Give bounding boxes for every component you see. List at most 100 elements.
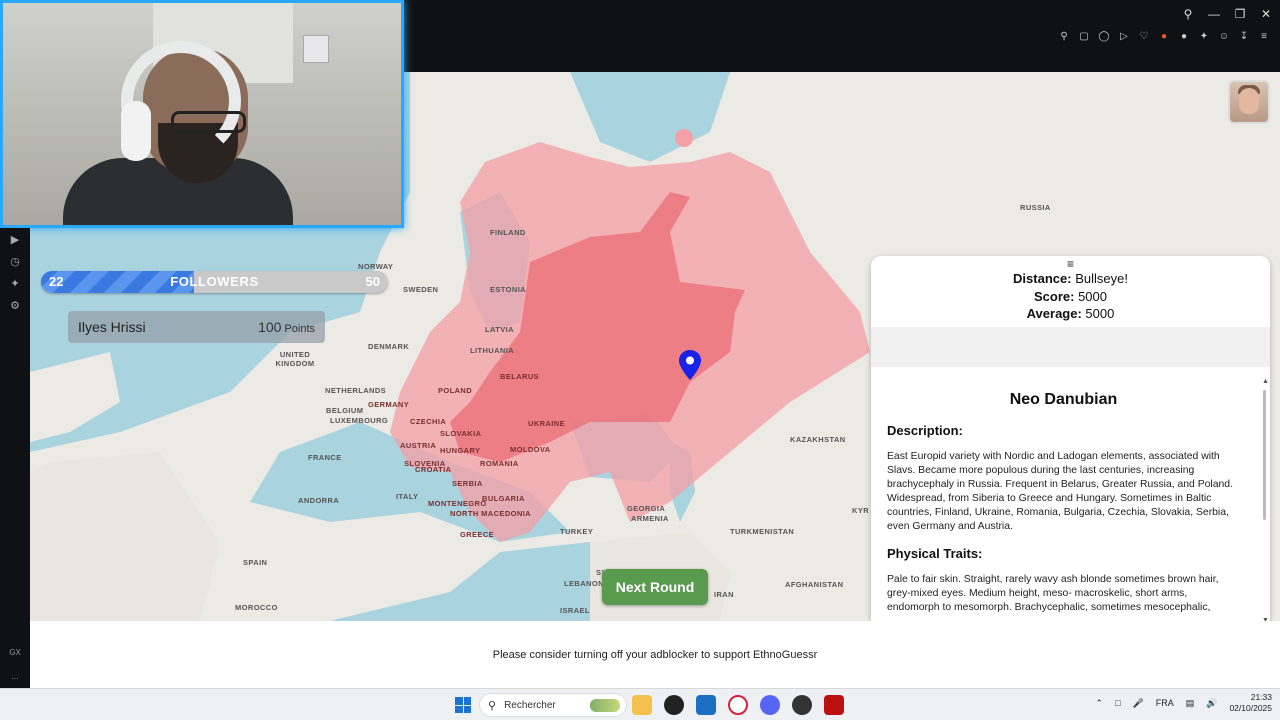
player-icon[interactable]: ▶ bbox=[0, 228, 30, 250]
traits-text: Pale to fair skin. Straight, rarely wavy… bbox=[887, 574, 1219, 613]
obs-icon[interactable] bbox=[792, 695, 812, 715]
map-label-iran: IRAN bbox=[714, 590, 734, 599]
clock[interactable]: 21:33 02/10/2025 bbox=[1229, 692, 1272, 714]
close-icon[interactable]: ✕ bbox=[1260, 7, 1272, 21]
settings-icon[interactable]: ⚙ bbox=[0, 294, 30, 316]
panel-divider-band bbox=[871, 327, 1270, 367]
more-icon[interactable]: ... bbox=[0, 664, 30, 688]
discord-icon[interactable] bbox=[760, 695, 780, 715]
map-label-north-macedonia: NORTH MACEDONIA bbox=[450, 509, 531, 518]
scrollbar-thumb[interactable] bbox=[1263, 390, 1266, 520]
gx-label[interactable]: GX bbox=[0, 640, 30, 664]
search-highlight-icon bbox=[590, 699, 620, 712]
opera-gx-icon[interactable] bbox=[728, 695, 748, 715]
map-label-belgium: BELGIUM bbox=[326, 406, 364, 415]
average-label: Average: bbox=[1026, 306, 1082, 321]
map-label-luxembourg: LUXEMBOURG bbox=[330, 416, 389, 425]
map-label-turkmenistan: TURKMENISTAN bbox=[730, 527, 795, 536]
followers-goal: 50 bbox=[365, 274, 380, 289]
map-label-bulgaria: BULGARIA bbox=[482, 494, 525, 503]
average-value: 5000 bbox=[1085, 306, 1115, 321]
description-text: East Europid variety with Nordic and Lad… bbox=[887, 451, 1233, 532]
menu-icon[interactable]: ≡ bbox=[1258, 31, 1270, 43]
window-controls: ⚲ — ❐ ✕ bbox=[1182, 7, 1272, 21]
map-label-sweden: SWEDEN bbox=[403, 285, 439, 294]
next-round-button[interactable]: Next Round bbox=[602, 569, 708, 605]
history-icon[interactable]: ◷ bbox=[0, 250, 30, 272]
language-indicator[interactable]: FRA bbox=[1156, 698, 1174, 708]
map-label-armenia: ARMENIA bbox=[631, 514, 669, 523]
map-label-ukraine: UKRAINE bbox=[528, 419, 565, 428]
pin-icon[interactable]: ⚲ bbox=[1058, 31, 1070, 43]
scroll-up-icon[interactable]: ▲ bbox=[1262, 378, 1269, 385]
map-label-latvia: LATVIA bbox=[485, 325, 514, 334]
app-icon-dark[interactable] bbox=[664, 695, 684, 715]
map-label-andorra: ANDORRA bbox=[298, 496, 340, 505]
distance-row: Distance: Bullseye! bbox=[871, 270, 1270, 288]
score-label: Score: bbox=[1033, 288, 1075, 304]
map-label-netherlands: NETHERLANDS bbox=[325, 386, 387, 395]
map-label-turkey: TURKEY bbox=[560, 527, 594, 536]
download-icon[interactable]: ↧ bbox=[1238, 31, 1250, 43]
map-label-belarus: BELARUS bbox=[500, 372, 540, 381]
score-value: 5000 bbox=[1078, 288, 1107, 304]
player-name: Ilyes Hrissi bbox=[78, 319, 146, 335]
opponent-avatar[interactable] bbox=[1228, 80, 1270, 124]
shield-icon[interactable]: ◯ bbox=[1098, 31, 1110, 43]
snapshot-icon[interactable]: ▢ bbox=[1078, 31, 1090, 43]
search-icon: ⚲ bbox=[488, 699, 497, 712]
panel-menu-icon[interactable]: ≡ bbox=[871, 258, 1270, 270]
map-label-moldova: MOLDOVA bbox=[510, 445, 551, 454]
distance-value: Bullseye! bbox=[1075, 271, 1128, 286]
taskbar-apps bbox=[632, 695, 844, 715]
map-label-austria: AUSTRIA bbox=[400, 441, 437, 450]
map-label-finland: FINLAND bbox=[490, 228, 526, 237]
taskbar-search-placeholder: Rechercher bbox=[504, 699, 556, 711]
profile-icon[interactable]: ☺ bbox=[1218, 31, 1230, 43]
extensions-icon[interactable]: ✦ bbox=[0, 272, 30, 294]
search-icon[interactable]: ⚲ bbox=[1182, 7, 1194, 21]
map-label-italy: ITALY bbox=[396, 492, 419, 501]
screen: ⚲ — ❐ ✕ ⚲ ▢ ◯ ▷ ♡ ● ● ✦ ☺ ↧ ≡ RUSSIA FIN… bbox=[0, 0, 1280, 720]
headset-earcup bbox=[121, 101, 151, 161]
ethnicity-description[interactable]: Neo Danubian Description: East Europid v… bbox=[871, 374, 1256, 621]
app-icon-blue[interactable] bbox=[696, 695, 716, 715]
map-label-lebanon: LEBANON bbox=[564, 579, 604, 588]
taskbar-search[interactable]: ⚲ Rechercher bbox=[479, 693, 627, 717]
windows-start-icon[interactable] bbox=[455, 697, 471, 713]
volume-icon[interactable]: 🔊 bbox=[1206, 698, 1217, 709]
adblock-notice: Please consider turning off your adblock… bbox=[30, 621, 1280, 688]
voicemod-icon[interactable] bbox=[824, 695, 844, 715]
minimize-icon[interactable]: — bbox=[1208, 7, 1220, 21]
sidebar-bottom: GX ... bbox=[0, 640, 30, 688]
map-label-greece: GREECE bbox=[460, 530, 495, 539]
clock-date: 02/10/2025 bbox=[1229, 703, 1272, 713]
tray-chevron-icon[interactable]: ⌃ bbox=[1096, 698, 1104, 709]
result-panel: ≡ Distance: Bullseye! Score: 5000 Averag… bbox=[871, 256, 1270, 621]
map-label-france: FRANCE bbox=[308, 453, 342, 462]
play-icon[interactable]: ▷ bbox=[1118, 31, 1130, 43]
tray-app-icon[interactable]: □ bbox=[1115, 698, 1120, 708]
map-label-morocco: MOROCCO bbox=[235, 603, 278, 612]
heart-icon[interactable]: ♡ bbox=[1138, 31, 1150, 43]
map-label-uk: UNITED KINGDOM bbox=[275, 350, 315, 368]
file-explorer-icon[interactable] bbox=[632, 695, 652, 715]
fox-icon[interactable]: ● bbox=[1158, 31, 1170, 43]
map-label-poland: POLAND bbox=[438, 386, 473, 395]
c-extension-icon[interactable]: ● bbox=[1178, 31, 1190, 43]
map-label-georgia: GEORGIA bbox=[627, 504, 666, 513]
map-label-norway: NORWAY bbox=[358, 262, 394, 271]
map-label-israel: ISRAEL bbox=[560, 606, 590, 615]
windows-taskbar: ⚲ Rechercher ⌃ □ 🎤 FRA ▤ 🔊 21:33 02/10/2… bbox=[0, 688, 1280, 720]
distance-label: Distance: bbox=[1013, 271, 1072, 286]
average-row: Average: 5000 bbox=[871, 305, 1270, 323]
microphone-icon[interactable]: 🎤 bbox=[1133, 698, 1144, 709]
map-label-kazakhstan: KAZAKHSTAN bbox=[790, 435, 846, 444]
puzzle-icon[interactable]: ✦ bbox=[1198, 31, 1210, 43]
panel-scrollbar[interactable]: ▲ ▼ bbox=[1262, 378, 1269, 621]
network-icon[interactable]: ▤ bbox=[1186, 698, 1195, 709]
system-tray: ⌃ □ 🎤 FRA ▤ 🔊 21:33 02/10/2025 bbox=[1096, 692, 1272, 714]
traits-heading: Physical Traits: bbox=[887, 546, 983, 561]
restore-icon[interactable]: ❐ bbox=[1234, 7, 1246, 21]
location-pin-icon[interactable] bbox=[679, 350, 701, 380]
